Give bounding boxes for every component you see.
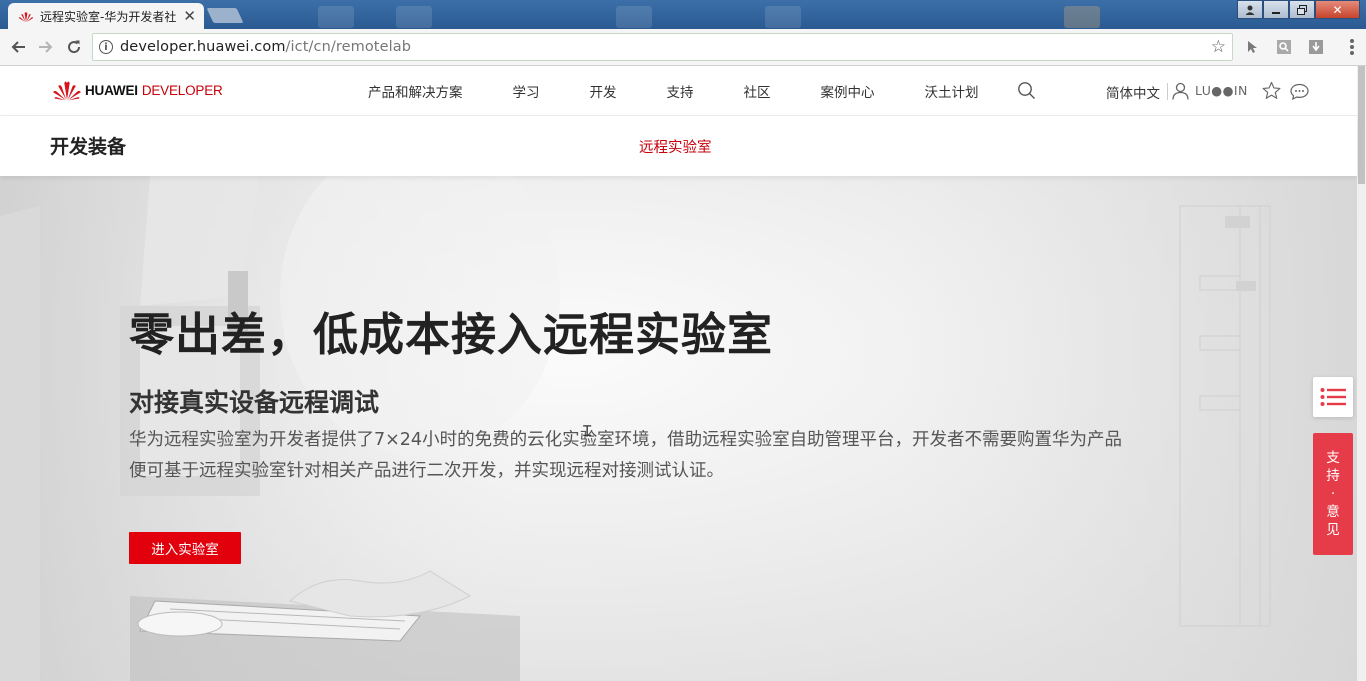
extension-search-icon[interactable] [1276,39,1292,55]
hero-description-line: 便可基于远程实验室针对相关产品进行二次开发，并实现远程对接测试认证。 [129,461,724,481]
scrollbar-thumb[interactable] [1358,66,1365,184]
tab-close-icon[interactable]: ✕ [183,9,196,24]
window-close-button[interactable]: ✕ [1315,0,1360,19]
reload-icon[interactable] [64,37,84,57]
sub-navigation: 开发装备 远程实验室 [0,116,1357,176]
section-title: 开发装备 [50,136,127,158]
chrome-menu-icon[interactable] [1350,39,1354,55]
address-bar[interactable]: i developer.huawei.com/ict/cn/remotelab … [92,33,1233,61]
bookmark-star-icon[interactable]: ☆ [1211,37,1226,57]
page-scrollbar[interactable] [1357,66,1366,681]
text-cursor-icon: Ɪ [583,422,592,440]
favorites-star-icon[interactable] [1262,81,1281,104]
nav-item-cases[interactable]: 案例中心 [821,81,875,101]
window-minimize-button[interactable] [1263,0,1289,19]
feedback-button[interactable]: 支 持 · 意 见 [1313,433,1353,555]
hero-title: 零出差，低成本接入远程实验室 [129,308,774,361]
window-profile-button[interactable] [1237,0,1263,19]
list-icon [1320,388,1346,406]
huawei-flower-icon [53,81,81,101]
hero-banner: 零出差，低成本接入远程实验室 对接真实设备远程调试 华为远程实验室为开发者提供了… [0,176,1357,681]
subnav-link-remotelab[interactable]: 远程实验室 [639,136,712,157]
forward-arrow-icon[interactable] [36,37,56,57]
browser-toolbar: i developer.huawei.com/ict/cn/remotelab … [0,29,1366,66]
feedback-char: 持 [1326,468,1340,484]
window-controls: ✕ [1237,0,1360,19]
extension-download-icon[interactable] [1308,39,1324,55]
search-icon[interactable] [1017,81,1036,104]
nav-item-learn[interactable]: 学习 [513,81,540,101]
extension-cursor-icon[interactable] [1244,39,1260,55]
hero-subtitle: 对接真实设备远程调试 [129,388,380,417]
username[interactable]: LU●●IN [1195,83,1248,98]
url-host: developer.huawei.com [120,39,286,55]
page-viewport: HUAWEI DEVELOPER 产品和解决方案 学习 开发 支持 社区 案例中心… [0,66,1366,681]
desktop-decoration [616,6,652,28]
huawei-developer-logo[interactable]: HUAWEI DEVELOPER [52,79,223,101]
nav-item-develop[interactable]: 开发 [590,81,617,101]
nav-item-wotu[interactable]: 沃土计划 [925,81,979,101]
new-tab-button[interactable] [206,8,244,23]
floating-list-button[interactable] [1313,377,1353,417]
nav-item-community[interactable]: 社区 [744,81,771,101]
desktop-decoration [1064,6,1100,28]
site-header: HUAWEI DEVELOPER 产品和解决方案 学习 开发 支持 社区 案例中心… [0,66,1357,116]
back-arrow-icon[interactable] [8,37,28,57]
feedback-char: · [1330,486,1336,502]
desktop-decoration [396,6,432,28]
nav-item-support[interactable]: 支持 [667,81,694,101]
browser-tab-active[interactable]: 远程实验室-华为开发者社区 ✕ [8,3,204,30]
desktop-decoration [318,6,354,28]
chat-icon[interactable] [1290,83,1309,104]
header-divider [1167,83,1168,100]
feedback-char: 意 [1326,504,1340,520]
hero-description: 华为远程实验室为开发者提供了7×24小时的免费的云化实验室环境，借助远程实验室自… [129,425,1269,487]
user-icon[interactable] [1172,82,1189,104]
tab-title: 远程实验室-华为开发者社区 [40,10,178,24]
huawei-favicon-icon [18,11,34,23]
browser-titlebar: 远程实验室-华为开发者社区 ✕ ✕ [0,0,1366,30]
hero-description-line: 华为远程实验室为开发者提供了7×24小时的免费的云化实验室环境，借助远程实验室自… [129,430,1123,450]
main-nav: 产品和解决方案 学习 开发 支持 社区 案例中心 沃土计划 [368,66,1029,116]
enter-lab-button[interactable]: 进入实验室 [129,532,241,564]
info-icon[interactable]: i [99,40,113,54]
url-path: /ict/cn/remotelab [285,39,412,55]
feedback-char: 支 [1326,450,1340,466]
feedback-char: 见 [1326,522,1340,538]
logo-brand-text: HUAWEI [85,82,138,98]
language-switch[interactable]: 简体中文 [1106,82,1160,102]
desktop-decoration [765,6,801,28]
nav-item-products[interactable]: 产品和解决方案 [368,81,463,101]
logo-product-text: DEVELOPER [141,82,223,98]
window-restore-button[interactable] [1289,0,1315,19]
